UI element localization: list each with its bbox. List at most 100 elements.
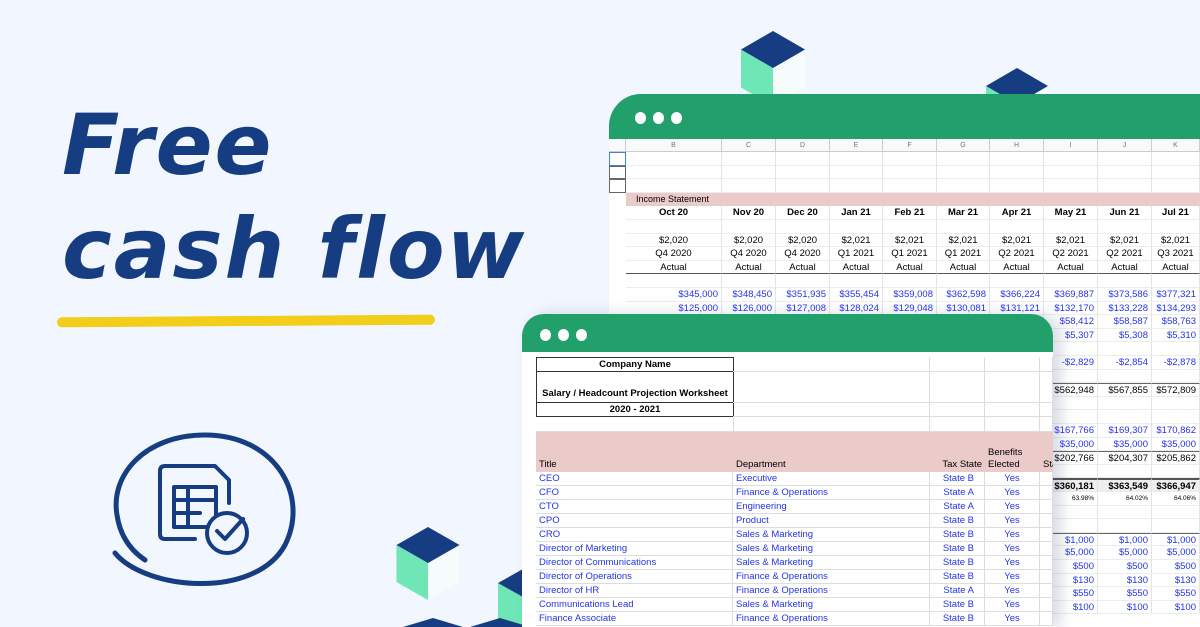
table-cell[interactable]: Sales & Marketing <box>733 556 930 570</box>
cell[interactable] <box>1098 165 1152 180</box>
table-cell[interactable]: CRO <box>536 528 733 542</box>
cell[interactable] <box>830 179 883 193</box>
table-cell[interactable]: Yes <box>985 528 1040 542</box>
table-cell[interactable]: Director of Operations <box>536 570 733 584</box>
table-cell[interactable] <box>1152 505 1200 520</box>
column-header[interactable]: F <box>883 139 937 152</box>
table-cell[interactable]: $366,947 <box>1152 478 1200 492</box>
table-cell[interactable]: Jun 21 <box>1098 206 1152 220</box>
table-cell[interactable]: Yes <box>985 472 1040 486</box>
table-cell[interactable]: $205,862 <box>1152 451 1200 465</box>
table-cell[interactable] <box>1040 514 1053 528</box>
cell[interactable] <box>733 357 930 372</box>
table-cell[interactable]: $373,586 <box>1098 288 1152 302</box>
cell[interactable] <box>937 152 990 166</box>
table-cell[interactable]: Yes <box>985 556 1040 570</box>
cell[interactable] <box>1040 371 1053 403</box>
worksheet-title-cell[interactable]: Salary / Headcount Projection Worksheet <box>536 371 734 403</box>
table-cell[interactable]: State B <box>930 570 985 584</box>
cell[interactable] <box>1040 357 1053 372</box>
table-cell[interactable] <box>1044 220 1098 234</box>
table-cell[interactable] <box>990 220 1044 234</box>
cell[interactable] <box>1040 402 1053 417</box>
table-cell[interactable]: $345,000 <box>626 288 722 302</box>
table-cell[interactable]: Finance & Operations <box>733 570 930 584</box>
table-cell[interactable]: Communications Lead <box>536 598 733 612</box>
cell[interactable] <box>985 402 1040 417</box>
table-cell[interactable]: Actual <box>1044 260 1098 275</box>
table-cell[interactable]: $5,310 <box>1152 328 1200 343</box>
table-cell[interactable]: Actual <box>937 260 990 275</box>
table-cell[interactable]: Yes <box>985 486 1040 500</box>
table-cell[interactable] <box>830 220 883 234</box>
table-cell[interactable]: -$2,854 <box>1098 356 1152 370</box>
table-cell[interactable]: CTO <box>536 500 733 514</box>
table-cell[interactable] <box>1044 274 1098 288</box>
table-cell[interactable]: $567,855 <box>1098 383 1152 397</box>
column-header[interactable]: H <box>990 139 1044 152</box>
window-dot-icon[interactable] <box>653 112 664 124</box>
cell[interactable] <box>609 165 626 180</box>
table-cell[interactable]: Engineering <box>733 500 930 514</box>
column-header-sta[interactable]: Sta <box>1040 432 1053 472</box>
table-cell[interactable]: State B <box>930 598 985 612</box>
cell[interactable] <box>1152 179 1200 193</box>
table-cell[interactable]: CPO <box>536 514 733 528</box>
table-cell[interactable]: Director of HR <box>536 584 733 598</box>
table-cell[interactable]: State B <box>930 556 985 570</box>
window-dot-icon[interactable] <box>635 112 646 124</box>
table-cell[interactable]: May 21 <box>1044 206 1098 220</box>
table-cell[interactable] <box>1152 464 1200 479</box>
table-cell[interactable]: Sales & Marketing <box>733 528 930 542</box>
table-cell[interactable]: State A <box>930 486 985 500</box>
cell[interactable] <box>536 417 734 432</box>
table-cell[interactable]: $355,454 <box>830 288 883 302</box>
table-cell[interactable]: Q1 2021 <box>883 247 937 261</box>
period-cell[interactable]: 2020 - 2021 <box>536 402 734 417</box>
table-cell[interactable] <box>1098 410 1152 424</box>
table-cell[interactable]: $550 <box>1152 587 1200 601</box>
cell[interactable] <box>722 179 776 193</box>
table-cell[interactable]: Q2 2021 <box>1044 247 1098 261</box>
table-cell[interactable]: Q2 2021 <box>1098 247 1152 261</box>
table-cell[interactable]: Actual <box>1152 260 1200 275</box>
cell[interactable] <box>776 179 830 193</box>
table-cell[interactable]: State A <box>930 584 985 598</box>
table-cell[interactable]: $2,020 <box>626 233 722 248</box>
table-cell[interactable]: Finance & Operations <box>733 584 930 598</box>
table-cell[interactable]: State B <box>930 514 985 528</box>
cell[interactable] <box>722 152 776 166</box>
table-cell[interactable]: Director of Communications <box>536 556 733 570</box>
table-cell[interactable]: Q1 2021 <box>937 247 990 261</box>
table-cell[interactable]: $100 <box>1098 600 1152 615</box>
table-cell[interactable]: CEO <box>536 472 733 486</box>
table-cell[interactable]: Q1 2021 <box>830 247 883 261</box>
table-cell[interactable]: State B <box>930 612 985 626</box>
table-cell[interactable]: $348,450 <box>722 288 776 302</box>
table-cell[interactable] <box>1152 342 1200 356</box>
table-cell[interactable]: $204,307 <box>1098 451 1152 465</box>
cell[interactable] <box>930 371 985 403</box>
table-cell[interactable]: $2,021 <box>1044 233 1098 248</box>
table-cell[interactable]: $35,000 <box>1098 437 1152 452</box>
table-cell[interactable] <box>1040 500 1053 514</box>
table-cell[interactable]: $5,308 <box>1098 328 1152 343</box>
table-cell[interactable] <box>1098 464 1152 479</box>
table-cell[interactable]: Actual <box>990 260 1044 275</box>
table-cell[interactable]: $5,000 <box>1098 546 1152 560</box>
table-cell[interactable]: State B <box>930 472 985 486</box>
window-dot-icon[interactable] <box>576 329 587 341</box>
table-cell[interactable] <box>1040 486 1053 500</box>
cell[interactable] <box>1040 417 1053 432</box>
table-cell[interactable]: Finance & Operations <box>733 612 930 626</box>
cell[interactable] <box>930 417 985 432</box>
table-cell[interactable]: 64.02% <box>1098 492 1152 506</box>
cell[interactable] <box>733 402 930 417</box>
cell[interactable] <box>776 165 830 180</box>
table-cell[interactable]: Sales & Marketing <box>733 598 930 612</box>
column-header-tax-state[interactable]: Tax State <box>930 432 985 472</box>
table-cell[interactable] <box>1152 220 1200 234</box>
table-cell[interactable] <box>722 274 776 288</box>
table-cell[interactable]: Product <box>733 514 930 528</box>
table-cell[interactable] <box>1098 519 1152 533</box>
